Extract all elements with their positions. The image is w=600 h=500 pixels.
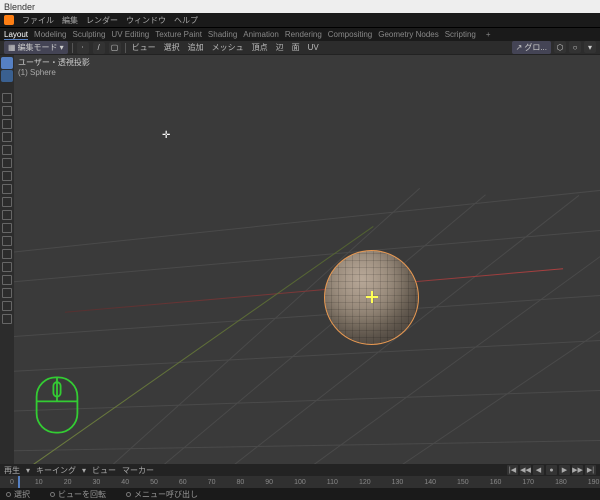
- 3d-cursor-icon: [368, 293, 376, 301]
- tool-icon[interactable]: [2, 171, 12, 181]
- tl-play-menu[interactable]: 再生: [4, 465, 20, 476]
- mouse-hint-icon: [34, 375, 80, 435]
- status-rotate: ビューを回転: [50, 489, 106, 500]
- hdr-add[interactable]: 追加: [186, 42, 206, 53]
- tab-scripting[interactable]: Scripting: [445, 30, 476, 39]
- cursor-tool-icon[interactable]: [1, 57, 13, 69]
- crosshair-cursor-icon: ✛: [162, 130, 170, 141]
- grid-line: [14, 187, 600, 255]
- proportional-icon[interactable]: ○: [569, 41, 581, 53]
- frame-ticks: 0102030405060708090100110120130140150160…: [0, 479, 600, 486]
- play-reverse-button[interactable]: ◀: [533, 465, 544, 475]
- x-axis: [65, 268, 563, 313]
- tool-icon[interactable]: [2, 184, 12, 194]
- tool-icon[interactable]: [2, 288, 12, 298]
- tab-uvediting[interactable]: UV Editing: [111, 30, 149, 39]
- tool-icon[interactable]: [2, 314, 12, 324]
- jump-start-button[interactable]: |◀: [507, 465, 518, 475]
- options-icon[interactable]: ▾: [584, 41, 596, 53]
- tab-rendering[interactable]: Rendering: [285, 30, 322, 39]
- tab-compositing[interactable]: Compositing: [328, 30, 372, 39]
- tool-icon[interactable]: [2, 93, 12, 103]
- menu-render[interactable]: レンダー: [86, 15, 118, 26]
- title-bar: Blender: [0, 0, 600, 13]
- tab-layout[interactable]: Layout: [4, 30, 28, 40]
- jump-end-button[interactable]: ▶|: [585, 465, 596, 475]
- hdr-face[interactable]: 面: [290, 42, 302, 53]
- tool-icon[interactable]: [2, 132, 12, 142]
- grid-line: [14, 293, 600, 339]
- hdr-edge[interactable]: 辺: [274, 42, 286, 53]
- tool-icon[interactable]: [2, 197, 12, 207]
- viewport-overlay: ユーザー・透視投影 (1) Sphere: [18, 57, 90, 77]
- grid-line: [14, 227, 600, 284]
- hdr-vertex[interactable]: 頂点: [250, 42, 270, 53]
- menu-window[interactable]: ウィンドウ: [126, 15, 166, 26]
- snap-icon[interactable]: ⬡: [554, 41, 566, 53]
- select-tool-icon[interactable]: [1, 70, 13, 82]
- tool-icon[interactable]: [2, 145, 12, 155]
- viewport-area[interactable]: ✛ ユーザー・透視投影 (1) Sphere: [0, 55, 600, 483]
- tool-icon[interactable]: [2, 275, 12, 285]
- tab-geonodes[interactable]: Geometry Nodes: [378, 30, 438, 39]
- hdr-view[interactable]: ビュー: [130, 42, 158, 53]
- 3d-viewport[interactable]: ✛: [14, 55, 600, 483]
- app-title: Blender: [4, 2, 35, 12]
- menu-file[interactable]: ファイル: [22, 15, 54, 26]
- separator: [72, 43, 73, 53]
- edge-select-icon[interactable]: /: [93, 42, 105, 54]
- hdr-mesh[interactable]: メッシュ: [210, 42, 246, 53]
- timeline-panel: 再生 ▾ キーイング ▾ ビュー マーカー |◀ ◀◀ ◀ ● ▶ ▶▶ ▶| …: [0, 464, 600, 488]
- tool-icon[interactable]: [2, 158, 12, 168]
- vertex-select-icon[interactable]: ⋅: [77, 42, 89, 54]
- tool-icon[interactable]: [2, 236, 12, 246]
- tab-animation[interactable]: Animation: [243, 30, 279, 39]
- tool-icon[interactable]: [2, 106, 12, 116]
- tl-view-menu[interactable]: ビュー: [92, 465, 116, 476]
- grid-line: [102, 194, 486, 483]
- tool-icon[interactable]: [2, 119, 12, 129]
- status-menu: メニュー呼び出し: [126, 489, 198, 500]
- jump-prev-button[interactable]: ◀◀: [520, 465, 531, 475]
- menu-help[interactable]: ヘルプ: [174, 15, 198, 26]
- viewport-header: ▦ 編集モード ▾ ⋅ / ▢ ビュー 選択 追加 メッシュ 頂点 辺 面 UV…: [0, 41, 600, 55]
- grid-line: [14, 439, 600, 451]
- grid-line: [14, 389, 600, 412]
- tab-add[interactable]: +: [486, 30, 491, 39]
- orientation-selector[interactable]: ↗ グロ...: [512, 41, 551, 54]
- menu-edit[interactable]: 編集: [62, 15, 78, 26]
- jump-next-button[interactable]: ▶▶: [572, 465, 583, 475]
- timeline-ruler[interactable]: 0102030405060708090100110120130140150160…: [0, 476, 600, 488]
- view-perspective-label: ユーザー・透視投影: [18, 57, 90, 68]
- tl-keying-menu[interactable]: キーイング: [36, 465, 76, 476]
- hdr-select[interactable]: 選択: [162, 42, 182, 53]
- tool-icon[interactable]: [2, 223, 12, 233]
- tab-modeling[interactable]: Modeling: [34, 30, 66, 39]
- blender-logo-icon[interactable]: [4, 15, 14, 25]
- separator: [125, 43, 126, 53]
- tool-icon[interactable]: [2, 262, 12, 272]
- face-select-icon[interactable]: ▢: [109, 42, 121, 54]
- tab-shading[interactable]: Shading: [208, 30, 237, 39]
- timeline-header: 再生 ▾ キーイング ▾ ビュー マーカー |◀ ◀◀ ◀ ● ▶ ▶▶ ▶|: [0, 464, 600, 476]
- tab-sculpting[interactable]: Sculpting: [73, 30, 106, 39]
- active-object-label: (1) Sphere: [18, 68, 90, 77]
- play-button[interactable]: ▶: [559, 465, 570, 475]
- record-button[interactable]: ●: [546, 465, 557, 475]
- tool-shelf: [0, 85, 14, 465]
- tool-icon[interactable]: [2, 301, 12, 311]
- tab-texturepaint[interactable]: Texture Paint: [155, 30, 202, 39]
- playhead[interactable]: [18, 476, 20, 488]
- hdr-uv[interactable]: UV: [306, 43, 321, 52]
- menu-bar: ファイル 編集 レンダー ウィンドウ ヘルプ: [0, 13, 600, 27]
- status-select: 選択: [6, 489, 30, 500]
- tool-icon[interactable]: [2, 210, 12, 220]
- mode-selector[interactable]: ▦ 編集モード ▾: [4, 41, 68, 54]
- tool-icon[interactable]: [2, 249, 12, 259]
- workspace-tabs: Layout Modeling Sculpting UV Editing Tex…: [0, 27, 600, 41]
- tl-marker-menu[interactable]: マーカー: [122, 465, 154, 476]
- status-bar: 選択 ビューを回転 メニュー呼び出し: [0, 488, 600, 500]
